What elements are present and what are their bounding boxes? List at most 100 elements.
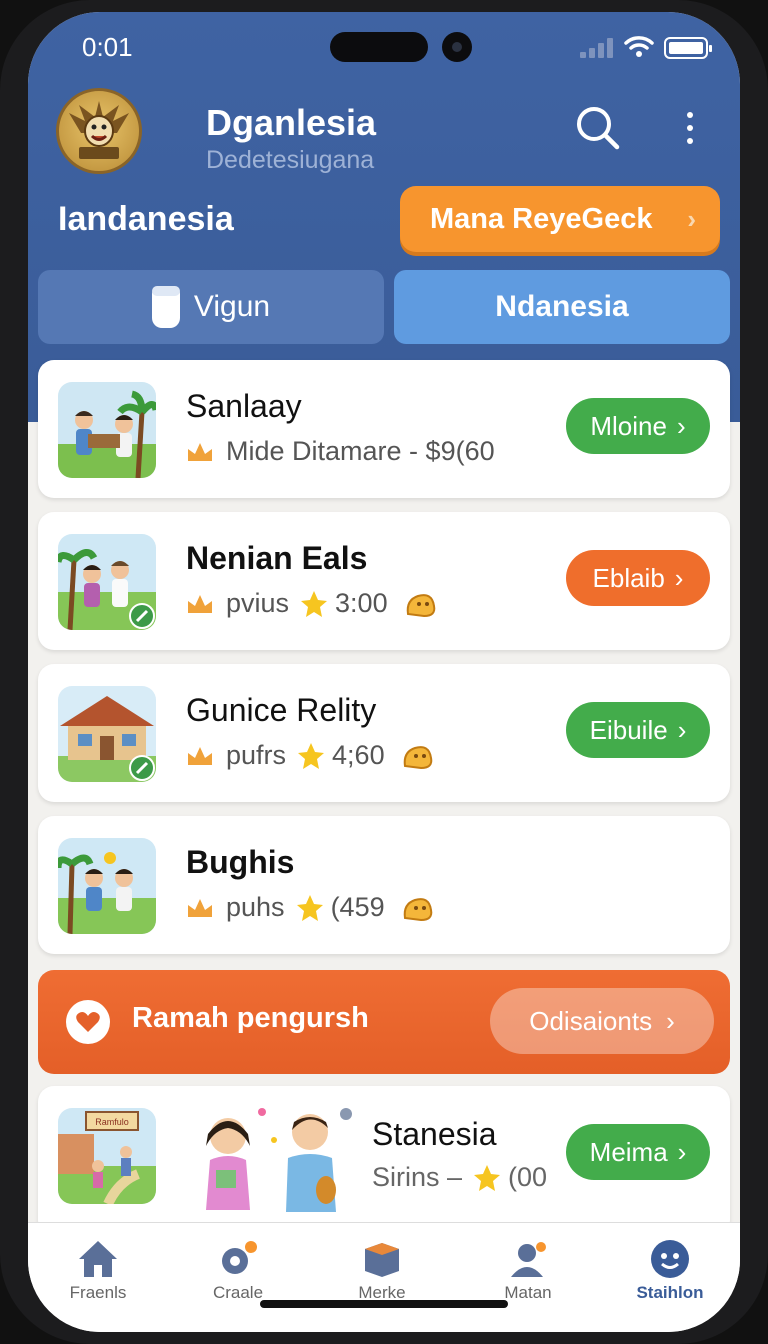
- more-dot-icon: [687, 112, 693, 118]
- listing-card[interactable]: Nenian Eals pvius 3:00 Eblaib ›: [38, 512, 730, 650]
- tab-craale[interactable]: Craale: [178, 1239, 298, 1303]
- app-subtitle: Dedetesiugana: [206, 146, 375, 174]
- chevron-right-icon: ›: [666, 1005, 675, 1036]
- thumb-sign-text: Ramfulo: [95, 1117, 129, 1127]
- featured-title: Stanesia: [372, 1116, 497, 1152]
- jar-icon: [151, 286, 180, 328]
- listing-card[interactable]: Sanlaay Mide Ditamare - $9(60 Mloine ›: [38, 360, 730, 498]
- listing-thumbnail: [58, 534, 156, 630]
- listing-meta-text: Mide Ditamare - $9(60: [226, 436, 495, 466]
- mascot-icon: [403, 745, 432, 769]
- listing-card[interactable]: Bughis puhs (459: [38, 816, 730, 954]
- people-illustration: [206, 1108, 352, 1212]
- more-dot-icon: [687, 138, 693, 144]
- listing-title: Gunice Relity: [186, 692, 377, 728]
- wifi-icon: [624, 36, 654, 57]
- app-screen: 0:01 Dganlesia Dedetesiugana Iandanesia …: [28, 12, 740, 1332]
- tab-label: Staihlon: [636, 1283, 704, 1302]
- more-dot-icon: [687, 125, 693, 131]
- featured-action-label: Meima: [589, 1136, 668, 1167]
- promo-banner[interactable]: Ramah pengursh Odisaionts ›: [38, 970, 730, 1074]
- heart-icon: [66, 1000, 110, 1044]
- featured-thumbnail: Ramfulo: [58, 1108, 156, 1204]
- search-icon: [577, 107, 620, 150]
- listing-thumbnail: [58, 686, 156, 782]
- tab-label: Craale: [212, 1283, 264, 1302]
- listing-action-button[interactable]: Eibuile ›: [566, 702, 710, 758]
- mascot-icon: [406, 593, 435, 617]
- promo-button-label: Odisaionts: [529, 1005, 653, 1036]
- crown-icon: [188, 594, 212, 613]
- star-icon: [474, 1164, 501, 1191]
- listing-meta-text: pufrs: [226, 740, 287, 770]
- tab-fraenls[interactable]: Fraenls: [38, 1239, 158, 1303]
- home-icon: [79, 1241, 117, 1277]
- garuda-emblem-icon: [69, 101, 129, 159]
- tab-staihlon[interactable]: Staihlon: [610, 1239, 730, 1303]
- featured-rating: (00: [508, 1162, 548, 1192]
- listing-meta-text: puhs: [226, 892, 285, 922]
- listing-thumbnail: [58, 382, 156, 478]
- dynamic-island: [330, 32, 428, 62]
- listing-rating: (459: [330, 892, 385, 922]
- tab-label: Fraenls: [69, 1283, 127, 1302]
- star-icon: [296, 894, 323, 921]
- bottom-tab-bar: Fraenls Craale Merke Matan Staihlon: [28, 1222, 740, 1332]
- gear-icon: [222, 1241, 257, 1274]
- tab-merke[interactable]: Merke: [322, 1239, 442, 1303]
- listing-rating: 4;60: [332, 740, 385, 770]
- tab-label: Matan: [504, 1283, 552, 1302]
- listing-action-button[interactable]: Mloine ›: [566, 398, 710, 454]
- segment-label: Ndanesia: [495, 290, 629, 323]
- mascot-icon: [403, 897, 432, 921]
- featured-meta: Sirins – (00: [372, 1162, 547, 1193]
- listing-action-button[interactable]: Eblaib ›: [566, 550, 710, 606]
- listing-meta: Mide Ditamare - $9(60: [186, 436, 495, 467]
- listing-action-label: Eibuile: [589, 714, 668, 745]
- search-button[interactable]: [572, 102, 624, 154]
- listing-title: Sanlaay: [186, 388, 302, 424]
- phone-frame: 0:01 Dganlesia Dedetesiugana Iandanesia …: [0, 0, 768, 1344]
- chevron-right-icon: ›: [677, 1136, 687, 1167]
- listing-meta: pufrs 4;60: [186, 740, 435, 771]
- listing-card[interactable]: Gunice Relity pufrs 4;60 Eibuile ›: [38, 664, 730, 802]
- chevron-right-icon: ›: [687, 204, 696, 234]
- listing-rating: 3:00: [335, 588, 388, 618]
- region-label: Iandanesia: [58, 200, 234, 238]
- crown-icon: [188, 746, 212, 765]
- listing-meta: pvius 3:00: [186, 588, 438, 619]
- listing-action-label: Eblaib: [592, 562, 665, 593]
- primary-cta-button[interactable]: Mana ReyeGeck ›: [400, 186, 720, 252]
- face-icon: [651, 1240, 689, 1278]
- featured-action-button[interactable]: Meima ›: [566, 1124, 710, 1180]
- app-logo: [56, 88, 142, 174]
- chevron-right-icon: ›: [677, 714, 687, 745]
- segment-label: Vigun: [193, 290, 271, 323]
- listing-meta-text: pvius: [226, 588, 290, 618]
- listing-action-label: Mloine: [590, 410, 667, 441]
- featured-card[interactable]: Ramfulo Stanesia Sirins – (00 Meima ›: [38, 1086, 730, 1236]
- chevron-right-icon: ›: [676, 410, 686, 441]
- tab-matan[interactable]: Matan: [468, 1239, 588, 1303]
- status-time: 0:01: [82, 32, 133, 62]
- promo-text: Ramah pengursh: [132, 1002, 369, 1034]
- box-icon: [365, 1243, 399, 1277]
- more-options-button[interactable]: [676, 108, 704, 148]
- star-icon: [301, 590, 328, 617]
- featured-meta-text: Sirins –: [372, 1162, 463, 1192]
- person-icon: [511, 1242, 546, 1277]
- crown-icon: [188, 898, 212, 917]
- crown-icon: [188, 442, 212, 461]
- listing-title: Nenian Eals: [186, 540, 368, 576]
- star-icon: [298, 742, 325, 769]
- cell-signal-icon: [580, 38, 613, 58]
- home-indicator: [260, 1300, 508, 1308]
- promo-button[interactable]: Odisaionts ›: [490, 988, 714, 1054]
- segment-vigun[interactable]: Vigun: [38, 270, 384, 344]
- listing-meta: puhs (459: [186, 892, 435, 923]
- listing-thumbnail: [58, 838, 156, 934]
- segment-ndanesia[interactable]: Ndanesia: [394, 270, 730, 344]
- cta-label: Mana ReyeGeck: [430, 202, 653, 235]
- app-title: Dganlesia: [206, 102, 377, 143]
- chevron-right-icon: ›: [674, 562, 684, 593]
